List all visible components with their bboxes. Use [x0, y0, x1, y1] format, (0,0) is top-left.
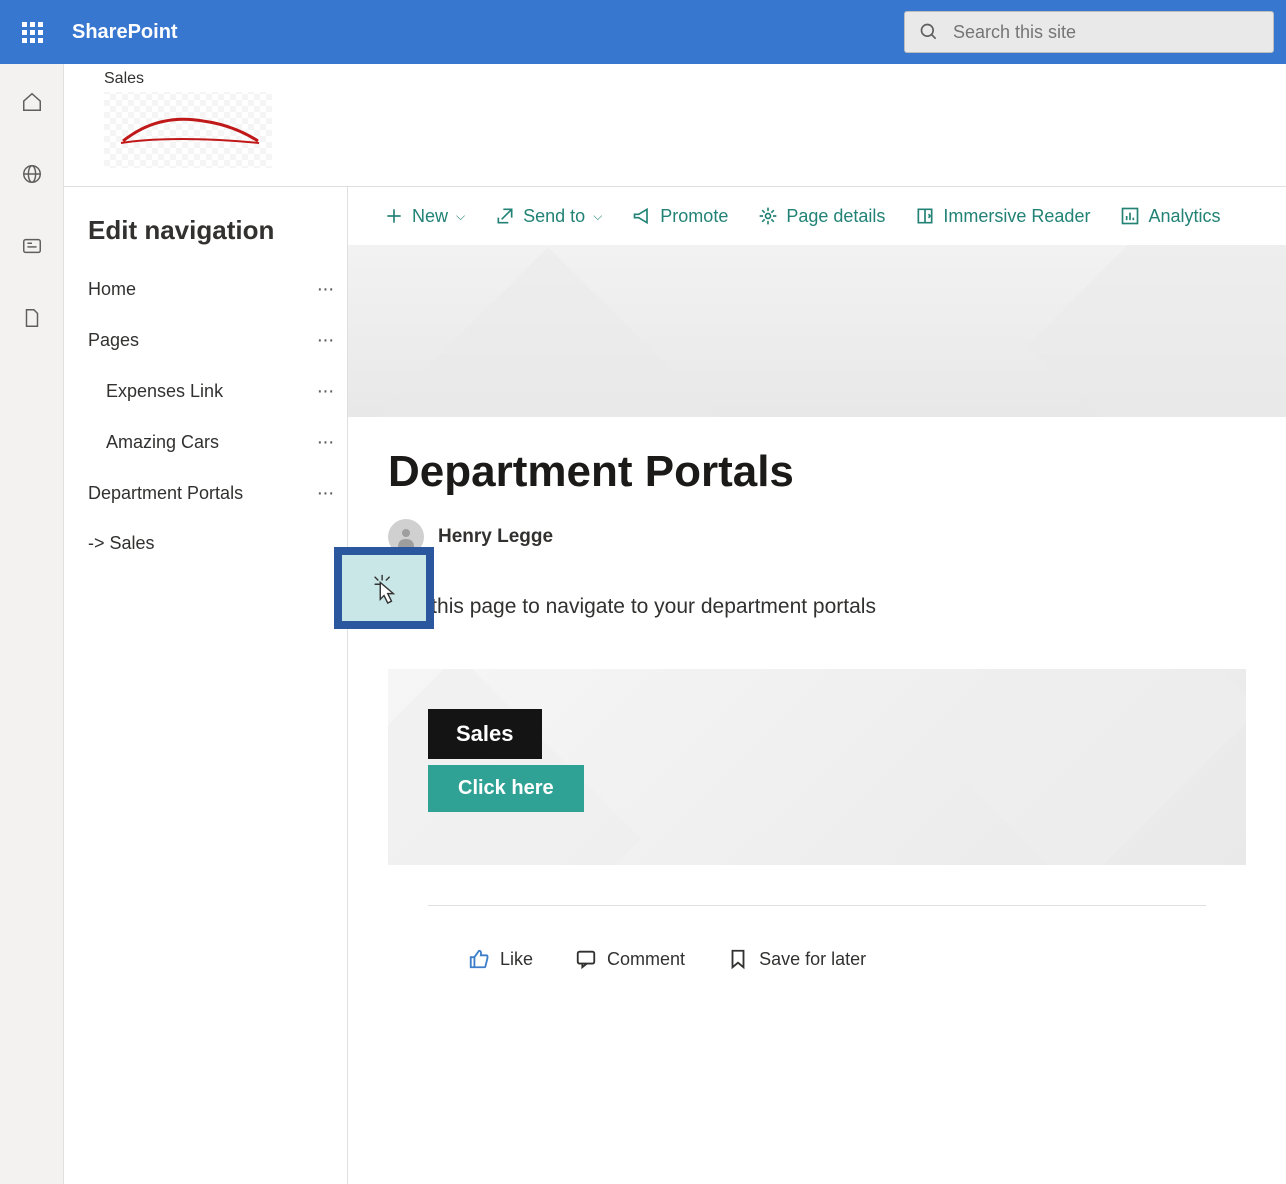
nav-item-department-portals[interactable]: Department Portals ··· — [64, 468, 347, 519]
nav-item-label: Department Portals — [88, 483, 243, 504]
suite-header: SharePoint — [0, 0, 1286, 64]
page-column: New ⌵ Send to ⌵ Promote Page detail — [348, 187, 1286, 1184]
nav-item-menu-button[interactable]: ··· — [311, 278, 339, 301]
gear-icon — [758, 206, 778, 226]
car-logo-icon — [113, 105, 263, 155]
globe-icon — [21, 163, 43, 185]
rail-news-button[interactable] — [14, 228, 50, 264]
footer-label: Like — [500, 949, 533, 970]
cursor-click-icon — [369, 571, 399, 605]
nav-item-sales[interactable]: ∥ -> Sales — [64, 519, 347, 568]
nav-item-pages[interactable]: Pages ··· — [64, 315, 347, 366]
cmd-label: New — [412, 206, 448, 227]
footer-label: Comment — [607, 949, 685, 970]
like-button[interactable]: Like — [468, 948, 533, 970]
chart-icon — [1120, 206, 1140, 226]
plus-icon — [384, 206, 404, 226]
page-footer-actions: Like Comment Save for later — [428, 905, 1206, 970]
search-container — [904, 11, 1274, 53]
nav-item-label: Pages — [88, 330, 139, 351]
cmd-label: Immersive Reader — [943, 206, 1090, 227]
file-icon — [21, 307, 43, 329]
app-launcher-button[interactable] — [12, 12, 52, 52]
nav-item-expenses-link[interactable]: Expenses Link ··· — [64, 366, 347, 417]
nav-item-amazing-cars[interactable]: Amazing Cars ··· — [64, 417, 347, 468]
waffle-icon — [22, 22, 43, 43]
megaphone-icon — [632, 206, 652, 226]
search-box[interactable] — [904, 11, 1274, 53]
nav-item-label: -> Sales — [88, 533, 155, 554]
promote-button[interactable]: Promote — [632, 206, 728, 227]
site-header: Sales — [64, 64, 1286, 187]
nav-item-menu-button-highlighted[interactable] — [334, 547, 434, 629]
news-icon — [21, 235, 43, 257]
site-label: Sales — [104, 70, 1246, 88]
author-row: Henry Legge — [388, 519, 1246, 555]
comment-button[interactable]: Comment — [575, 948, 685, 970]
page-hero-banner — [348, 245, 1286, 417]
portal-tile-button[interactable]: Click here — [428, 765, 584, 812]
save-for-later-button[interactable]: Save for later — [727, 948, 866, 970]
book-audio-icon — [915, 206, 935, 226]
app-name[interactable]: SharePoint — [72, 21, 178, 44]
cmd-label: Send to — [523, 206, 585, 227]
bookmark-icon — [727, 948, 749, 970]
search-input[interactable] — [953, 22, 1259, 43]
left-rail — [0, 64, 64, 1184]
nav-item-label: Expenses Link — [106, 381, 223, 402]
page-intro: Use this page to navigate to your depart… — [388, 595, 1246, 619]
person-icon — [394, 525, 418, 549]
rail-globe-button[interactable] — [14, 156, 50, 192]
rail-home-button[interactable] — [14, 84, 50, 120]
analytics-button[interactable]: Analytics — [1120, 206, 1220, 227]
nav-item-home[interactable]: Home ··· — [64, 264, 347, 315]
nav-item-label: Amazing Cars — [106, 432, 219, 453]
portal-tile-label: Sales — [428, 709, 542, 759]
rail-files-button[interactable] — [14, 300, 50, 336]
nav-list: Home ··· Pages ··· Expenses Link ··· Ama… — [64, 264, 347, 1164]
send-to-button[interactable]: Send to ⌵ — [495, 206, 602, 227]
comment-icon — [575, 948, 597, 970]
nav-item-menu-button[interactable]: ··· — [311, 431, 339, 454]
edit-navigation-title: Edit navigation — [64, 215, 347, 264]
edit-navigation-panel: Edit navigation Home ··· Pages ··· Expen… — [64, 187, 348, 1184]
new-button[interactable]: New ⌵ — [384, 206, 465, 227]
cmd-label: Promote — [660, 206, 728, 227]
home-icon — [21, 91, 43, 113]
nav-item-menu-button[interactable]: ··· — [311, 380, 339, 403]
author-name[interactable]: Henry Legge — [438, 526, 553, 548]
chevron-down-icon: ⌵ — [456, 209, 465, 224]
share-icon — [495, 206, 515, 226]
footer-label: Save for later — [759, 949, 866, 970]
thumbs-up-icon — [468, 948, 490, 970]
page-details-button[interactable]: Page details — [758, 206, 885, 227]
nav-item-menu-button[interactable]: ··· — [311, 329, 339, 352]
page-title: Department Portals — [388, 447, 1246, 497]
command-bar: New ⌵ Send to ⌵ Promote Page detail — [348, 187, 1286, 245]
portal-tile-section: Sales Click here — [388, 669, 1246, 865]
cmd-label: Analytics — [1148, 206, 1220, 227]
nav-item-menu-button[interactable]: ··· — [311, 482, 339, 505]
nav-item-label: Home — [88, 279, 136, 300]
cmd-label: Page details — [786, 206, 885, 227]
chevron-down-icon: ⌵ — [593, 209, 602, 224]
immersive-reader-button[interactable]: Immersive Reader — [915, 206, 1090, 227]
site-logo[interactable] — [104, 92, 272, 168]
page-body: Department Portals Henry Legge Use this … — [348, 417, 1286, 990]
search-icon — [919, 22, 939, 42]
